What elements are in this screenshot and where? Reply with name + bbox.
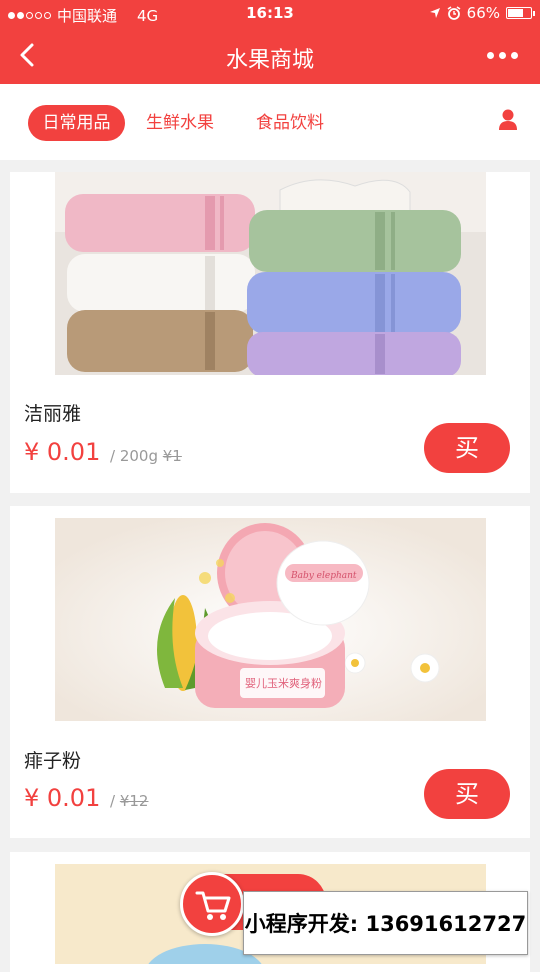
product-image-baby-powder[interactable]: 婴儿玉米爽身粉 Baby elephant — [55, 518, 486, 721]
promo-banner: 小程序开发: 13691612727 — [243, 891, 528, 955]
cart-icon — [195, 891, 231, 920]
more-options-icon[interactable] — [487, 52, 518, 59]
status-bar: 中国联通 4G 16:13 66% — [0, 0, 540, 28]
battery-icon — [506, 7, 535, 19]
nav-bar: 水果商城 — [0, 28, 540, 84]
product-price: ¥ 0.01 — [24, 438, 101, 466]
product-name: 痱子粉 — [24, 750, 82, 772]
product-image-towels[interactable] — [55, 172, 486, 375]
unit-label: / — [110, 792, 116, 810]
product-unit: / ¥12 — [110, 792, 148, 810]
tab-food-drinks[interactable]: 食品饮料 — [244, 105, 336, 141]
cart-button[interactable] — [180, 872, 244, 936]
user-icon[interactable] — [498, 108, 518, 134]
product-card[interactable]: 婴儿玉米爽身粉 Baby elephant 痱子粉 ¥ 0.01 / ¥12 买 — [10, 506, 530, 838]
powder-lid-text: Baby elephant — [290, 571, 357, 581]
tab-daily-goods[interactable]: 日常用品 — [28, 105, 125, 141]
product-price: ¥ 0.01 — [24, 784, 101, 812]
unit-label: / 200g — [110, 447, 158, 465]
status-right: 66% — [429, 4, 535, 22]
battery-percent: 66% — [466, 4, 500, 22]
tab-fresh-fruit[interactable]: 生鲜水果 — [134, 105, 226, 141]
category-tabs: 日常用品 生鲜水果 食品饮料 — [0, 84, 540, 160]
location-arrow-icon — [429, 8, 440, 18]
product-unit: / 200g ¥1 — [110, 447, 182, 465]
product-name: 洁丽雅 — [24, 403, 82, 425]
page-title: 水果商城 — [225, 48, 314, 73]
powder-label-text: 婴儿玉米爽身粉 — [245, 676, 322, 690]
buy-button[interactable]: 买 — [424, 423, 510, 473]
original-price: ¥1 — [162, 447, 182, 465]
original-price: ¥12 — [119, 792, 149, 810]
product-card[interactable]: 洁丽雅 ¥ 0.01 / 200g ¥1 买 — [10, 172, 530, 493]
buy-button[interactable]: 买 — [424, 769, 510, 819]
alarm-icon — [447, 6, 461, 20]
